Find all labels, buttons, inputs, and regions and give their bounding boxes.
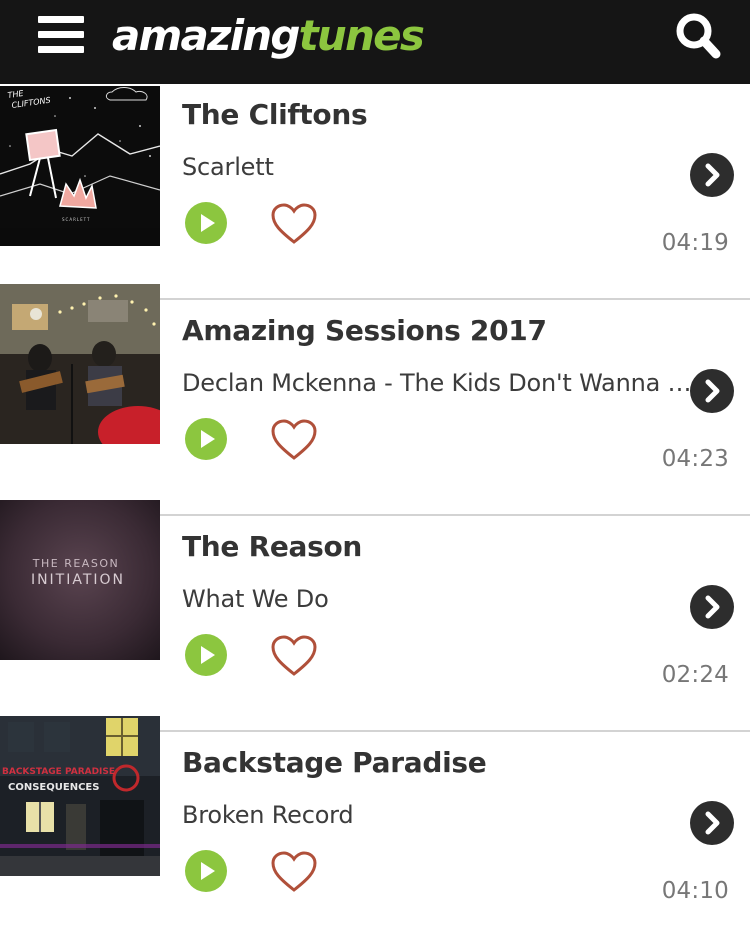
chevron-right-icon	[690, 585, 734, 629]
top-bar: amazingtunes	[0, 0, 750, 84]
track-title[interactable]: Broken Record	[182, 801, 702, 829]
album-cover[interactable]	[0, 284, 160, 444]
track-details-button[interactable]	[689, 584, 735, 630]
album-cover-art: BACKSTAGE PARADISE CONSEQUENCES	[0, 716, 160, 876]
track-duration: 04:10	[661, 878, 729, 904]
play-icon	[185, 418, 227, 460]
play-button[interactable]	[184, 633, 228, 677]
album-cover-art	[0, 284, 160, 444]
heart-icon	[271, 419, 317, 460]
app-logo[interactable]: amazingtunes	[112, 6, 425, 66]
track-title[interactable]: Declan Mckenna - The Kids Don't Wanna Co…	[182, 369, 702, 397]
search-button[interactable]	[672, 8, 728, 64]
album-cover[interactable]: THE CLIFTONS SCARLETT	[0, 86, 160, 246]
play-icon	[185, 850, 227, 892]
chevron-right-icon	[690, 801, 734, 845]
track-row[interactable]: BACKSTAGE PARADISE CONSEQUENCES Backstag…	[0, 716, 750, 948]
artist-name[interactable]: The Cliftons	[182, 98, 722, 131]
track-duration: 04:23	[661, 446, 729, 472]
menu-button[interactable]	[38, 16, 84, 54]
favorite-button[interactable]	[270, 850, 318, 894]
chevron-right-icon	[690, 369, 734, 413]
heart-icon	[271, 635, 317, 676]
album-cover[interactable]: BACKSTAGE PARADISE CONSEQUENCES	[0, 716, 160, 876]
artist-name[interactable]: The Reason	[182, 530, 722, 563]
track-row[interactable]: Amazing Sessions 2017 Declan Mckenna - T…	[0, 284, 750, 516]
track-title[interactable]: Scarlett	[182, 153, 702, 181]
album-cover[interactable]: THE REASON INITIATION	[0, 500, 160, 660]
svg-text:THE REASON: THE REASON	[32, 557, 119, 570]
hamburger-menu-icon	[38, 46, 84, 53]
svg-text:CONSEQUENCES: CONSEQUENCES	[8, 782, 99, 793]
svg-text:BACKSTAGE PARADISE: BACKSTAGE PARADISE	[2, 767, 115, 777]
favorite-button[interactable]	[270, 202, 318, 246]
svg-text:INITIATION: INITIATION	[31, 572, 125, 588]
album-cover-art: THE REASON INITIATION	[0, 500, 160, 660]
search-icon	[676, 13, 721, 59]
play-button[interactable]	[184, 849, 228, 893]
play-icon	[185, 202, 227, 244]
track-duration: 04:19	[661, 230, 729, 256]
play-icon	[185, 634, 227, 676]
play-button[interactable]	[184, 417, 228, 461]
favorite-button[interactable]	[270, 634, 318, 678]
album-cover-art: THE CLIFTONS SCARLETT	[0, 86, 160, 228]
hamburger-menu-icon	[38, 31, 84, 38]
heart-icon	[271, 851, 317, 892]
track-duration: 02:24	[661, 662, 729, 688]
heart-icon	[271, 203, 317, 244]
track-details-button[interactable]	[689, 368, 735, 414]
chevron-right-icon	[690, 153, 734, 197]
track-row[interactable]: THE CLIFTONS SCARLETT The Cliftons Scarl…	[0, 84, 750, 300]
track-details-button[interactable]	[689, 152, 735, 198]
logo-part-tunes: tunes	[298, 11, 425, 60]
favorite-button[interactable]	[270, 418, 318, 462]
play-button[interactable]	[184, 201, 228, 245]
artist-name[interactable]: Amazing Sessions 2017	[182, 314, 722, 347]
track-row[interactable]: THE REASON INITIATION The Reason What We…	[0, 500, 750, 732]
track-title[interactable]: What We Do	[182, 585, 702, 613]
artist-name[interactable]: Backstage Paradise	[182, 746, 722, 779]
logo-part-amazing: amazing	[112, 11, 300, 60]
hamburger-menu-icon	[38, 16, 84, 23]
track-details-button[interactable]	[689, 800, 735, 846]
svg-text:SCARLETT: SCARLETT	[62, 217, 90, 222]
